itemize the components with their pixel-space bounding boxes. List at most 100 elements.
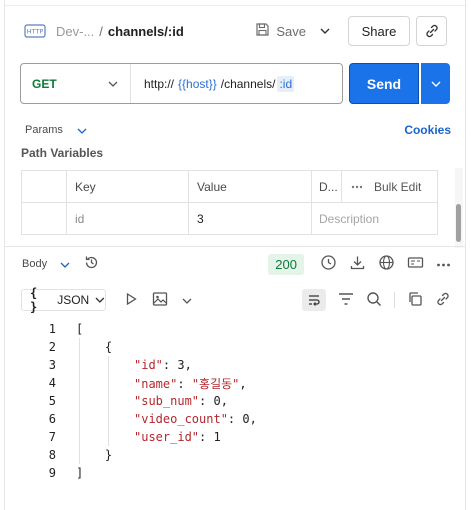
- wrap-icon: [309, 295, 320, 306]
- json-value: 3,: [170, 358, 192, 372]
- code-text: {: [76, 340, 113, 354]
- status-badge[interactable]: 200: [268, 253, 304, 275]
- url-prefix: http://: [144, 76, 175, 91]
- code-line: 8 }: [20, 446, 441, 464]
- history-icon[interactable]: [83, 254, 100, 274]
- json-punct: ,: [239, 376, 247, 391]
- json-value: 0,: [235, 412, 257, 426]
- top-divider: [5, 0, 465, 6]
- image-icon[interactable]: [152, 291, 168, 310]
- http-icon: HTTP: [24, 22, 46, 40]
- bulk-edit-cell: Bulk Edit: [342, 171, 437, 202]
- example-card-icon[interactable]: [407, 254, 424, 274]
- line-number: 6: [48, 412, 56, 426]
- line-number: 4: [48, 376, 56, 390]
- link-icon[interactable]: [435, 291, 451, 310]
- url-path-param[interactable]: :id: [277, 75, 295, 92]
- chevron-down-icon: [77, 128, 87, 134]
- code-text: "name": "홍길동",: [134, 376, 247, 391]
- code-line: 2 {: [20, 338, 441, 356]
- chevron-down-icon: [60, 262, 70, 268]
- link-icon: [425, 24, 438, 38]
- chevron-down-icon: [95, 297, 105, 303]
- code-text: }: [76, 448, 113, 462]
- copy-icon[interactable]: [407, 291, 423, 310]
- code-text: "video_count": 0,: [134, 412, 257, 426]
- line-number: 8: [48, 448, 56, 462]
- tab-params[interactable]: Params: [25, 124, 63, 136]
- line-number: 3: [48, 358, 56, 372]
- column-header-value: Value: [189, 171, 312, 202]
- cookies-link[interactable]: Cookies: [404, 123, 451, 137]
- json-braces-icon: { }: [30, 286, 38, 314]
- url-input[interactable]: http:// {{host}} /channels/ :id: [131, 75, 295, 92]
- more-options-icon[interactable]: [436, 257, 451, 271]
- param-value-input[interactable]: 3: [189, 203, 312, 235]
- wrap-lines-button[interactable]: [302, 289, 326, 311]
- method-label: GET: [32, 76, 57, 91]
- params-dropdown-button[interactable]: [77, 123, 87, 137]
- tab-body[interactable]: Body: [22, 258, 47, 270]
- save-icon: [255, 22, 270, 40]
- code-line: 5 "sub_num": 0,: [20, 392, 441, 410]
- column-header-key: Key: [67, 171, 189, 202]
- param-key-cell: id: [67, 203, 189, 235]
- save-button[interactable]: Save: [249, 17, 312, 45]
- format-label: JSON: [57, 293, 90, 307]
- chevron-down-icon: [320, 28, 330, 34]
- chevron-down-icon: [108, 81, 118, 87]
- format-select[interactable]: { } JSON: [21, 286, 106, 314]
- filter-icon[interactable]: [338, 292, 354, 309]
- breadcrumb-separator: /: [99, 23, 103, 39]
- request-name[interactable]: channels/:id: [108, 24, 184, 39]
- code-line: 1 [: [20, 320, 441, 338]
- copy-link-button[interactable]: [416, 16, 447, 46]
- breadcrumb-collection[interactable]: Dev-...: [56, 24, 94, 39]
- save-options-button[interactable]: [312, 17, 338, 45]
- download-icon[interactable]: [349, 254, 366, 274]
- svg-text:HTTP: HTTP: [27, 28, 44, 36]
- play-icon[interactable]: [124, 292, 138, 309]
- json-value: 0,: [206, 394, 228, 408]
- share-button[interactable]: Share: [348, 16, 410, 46]
- body-dropdown-button[interactable]: [60, 257, 70, 271]
- header-checkbox-cell: [22, 171, 67, 202]
- bulk-edit-button[interactable]: Bulk Edit: [350, 180, 421, 194]
- response-body-editor[interactable]: 1 [ 2 { 3 "id": 3, 4 "name": "홍길동", 5 "s…: [20, 320, 441, 482]
- param-description-input[interactable]: Description: [312, 203, 437, 235]
- json-key: "video_count": [134, 412, 228, 426]
- json-key: "name": [134, 376, 178, 391]
- timing-icon[interactable]: [320, 254, 337, 274]
- chevron-down-icon[interactable]: [182, 293, 192, 307]
- chevron-down-icon: [431, 81, 440, 87]
- json-string-value: "홍길동": [191, 376, 240, 391]
- response-toolbar: Body 200: [22, 253, 451, 275]
- row-checkbox-cell: [22, 203, 67, 235]
- toolbar-separator: [394, 292, 395, 308]
- column-header-description[interactable]: D...: [312, 171, 342, 202]
- table-row: id 3 Description: [22, 203, 437, 235]
- method-select[interactable]: GET: [21, 64, 131, 103]
- line-number: 2: [48, 340, 56, 354]
- globe-icon[interactable]: [378, 254, 395, 274]
- response-divider[interactable]: [5, 246, 465, 247]
- code-text: "user_id": 1: [134, 430, 221, 444]
- bulk-edit-label: Bulk Edit: [374, 179, 422, 194]
- path-variables-title: Path Variables: [21, 146, 104, 160]
- code-line: 3 "id": 3,: [20, 356, 441, 374]
- search-icon[interactable]: [366, 291, 382, 310]
- json-key: "sub_num": [134, 394, 200, 408]
- table-header-row: Key Value D... Bulk Edit: [22, 171, 437, 203]
- frame-left-border: [4, 0, 5, 510]
- line-number: 7: [48, 430, 56, 444]
- url-host-variable[interactable]: {{host}}: [178, 77, 217, 91]
- scrollbar-thumb[interactable]: [456, 204, 461, 242]
- send-button[interactable]: Send: [349, 63, 419, 104]
- line-number: 1: [48, 322, 56, 336]
- code-text: "sub_num": 0,: [134, 394, 228, 408]
- code-line: 6 "video_count": 0,: [20, 410, 441, 428]
- json-value: 1: [206, 430, 221, 444]
- description-placeholder: Description: [319, 212, 380, 226]
- json-key: "user_id": [134, 430, 200, 444]
- send-options-button[interactable]: [421, 63, 450, 104]
